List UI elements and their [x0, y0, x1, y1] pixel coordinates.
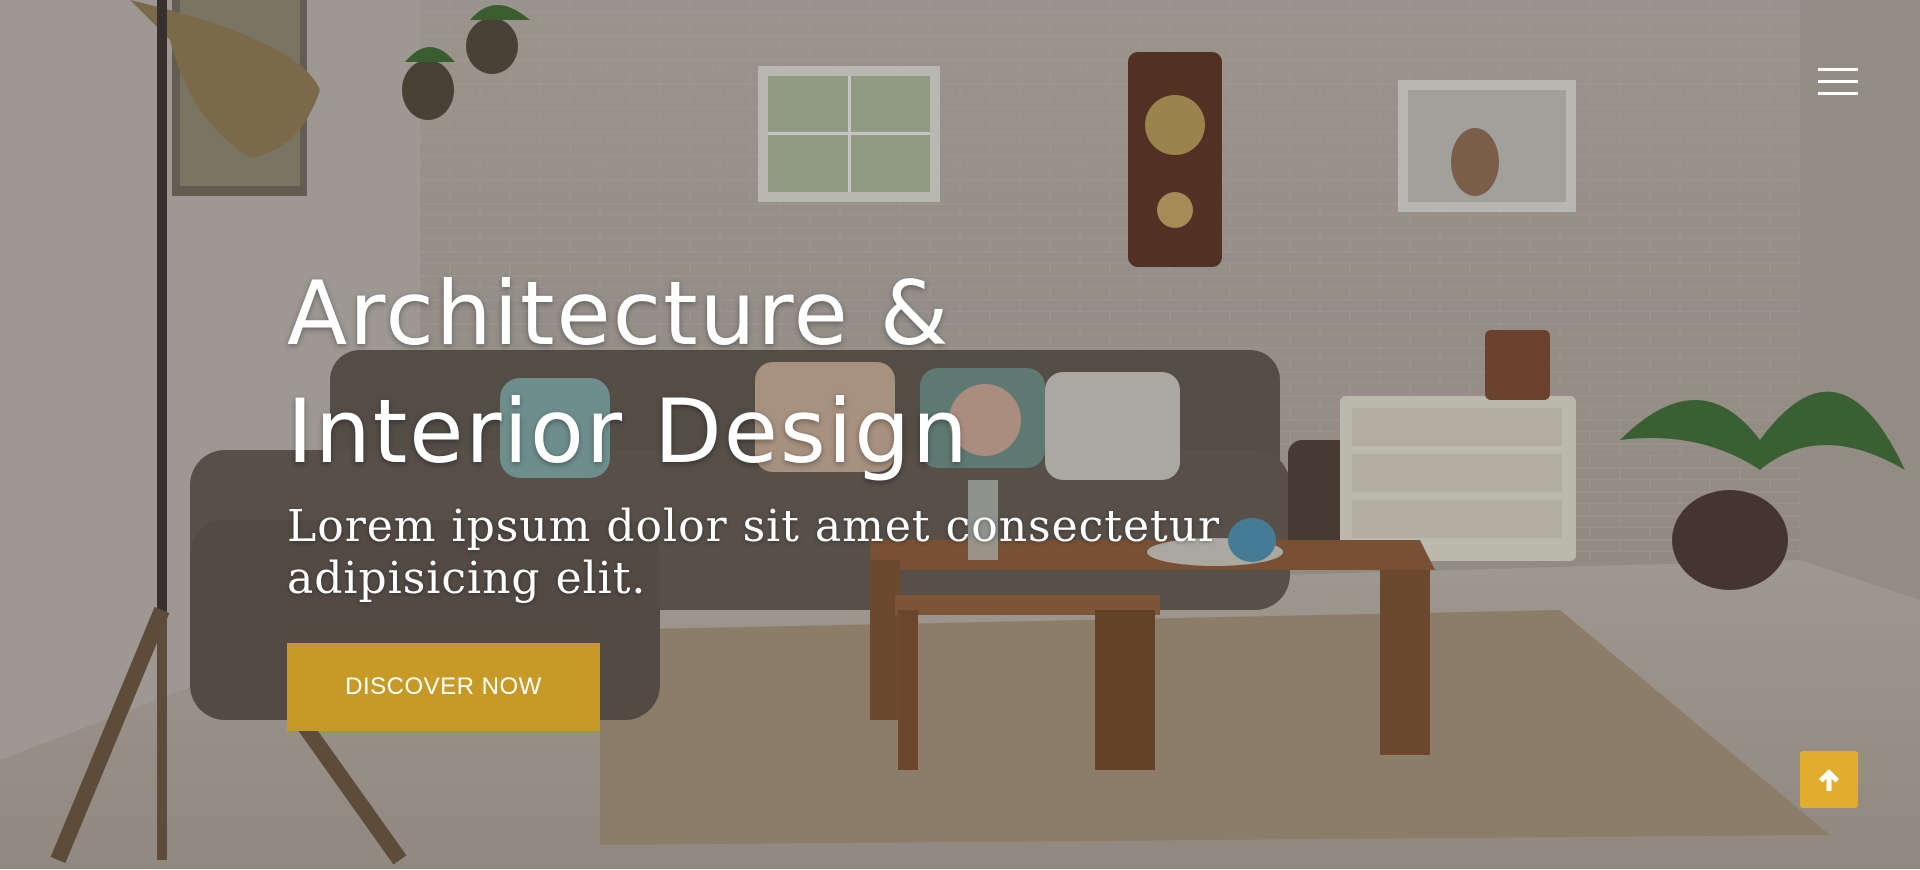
- hamburger-menu-icon-bar-1: [1818, 68, 1858, 71]
- scroll-to-top-button[interactable]: [1800, 751, 1858, 808]
- hero-title-line-2: Interior Design: [287, 380, 970, 483]
- hero-content: Architecture & Interior Design Lorem ips…: [287, 255, 1287, 731]
- hamburger-menu-icon-bar-3: [1818, 92, 1858, 95]
- hamburger-menu-icon-bar-2: [1818, 80, 1858, 83]
- hero-subtitle-line-1: Lorem ipsum dolor sit amet consectetur: [287, 501, 1221, 552]
- discover-now-button[interactable]: DISCOVER NOW: [287, 643, 600, 731]
- hero-section: Architecture & Interior Design Lorem ips…: [0, 0, 1920, 869]
- arrow-up-icon: [1819, 768, 1839, 791]
- hero-subtitle-line-2: adipisicing elit.: [287, 553, 647, 604]
- hero-subtitle: Lorem ipsum dolor sit amet consectetur a…: [287, 501, 1287, 605]
- menu-toggle-button[interactable]: [1818, 68, 1858, 96]
- hero-title-line-1: Architecture &: [287, 262, 951, 365]
- hero-title: Architecture & Interior Design: [287, 255, 1287, 491]
